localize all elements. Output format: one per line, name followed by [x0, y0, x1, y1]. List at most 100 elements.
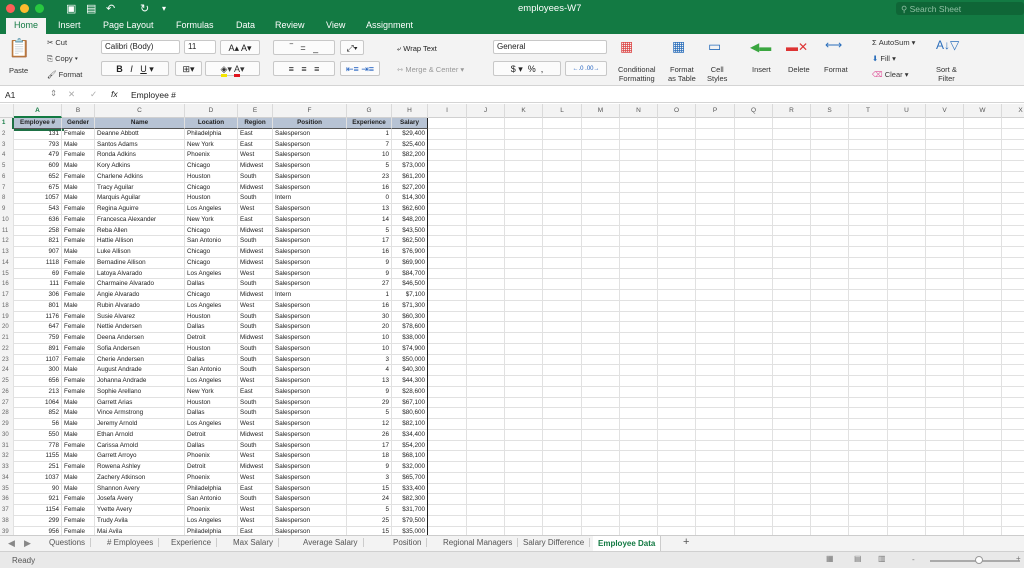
cell[interactable]	[773, 322, 811, 333]
cell[interactable]: 9	[347, 386, 392, 398]
cell[interactable]: San Antonio	[185, 236, 238, 247]
cell[interactable]	[620, 161, 658, 172]
cell[interactable]: $43,500	[392, 225, 428, 237]
cell[interactable]	[658, 268, 696, 280]
row-number[interactable]: 27	[0, 397, 14, 409]
cell[interactable]	[926, 333, 964, 344]
cell[interactable]	[773, 333, 811, 344]
cell[interactable]	[582, 322, 620, 333]
cell[interactable]: Yvette Avery	[95, 505, 185, 516]
cell[interactable]	[849, 397, 888, 409]
cell[interactable]: 300	[14, 365, 62, 376]
minimize-window-button[interactable]	[20, 4, 29, 13]
cell[interactable]	[582, 279, 620, 290]
cell[interactable]	[811, 526, 849, 535]
cell[interactable]	[888, 300, 926, 312]
cell[interactable]	[1002, 441, 1024, 452]
cell[interactable]: Salesperson	[273, 386, 347, 398]
cell[interactable]	[735, 386, 773, 398]
comma-button[interactable]: ,	[541, 64, 544, 74]
cell[interactable]	[582, 494, 620, 505]
cell[interactable]	[735, 376, 773, 387]
cell[interactable]: 16	[347, 182, 392, 194]
cell[interactable]	[849, 354, 888, 366]
cell[interactable]	[926, 139, 964, 151]
cell[interactable]	[658, 118, 696, 129]
cell[interactable]: 13	[347, 376, 392, 387]
cell[interactable]	[1002, 494, 1024, 505]
cell[interactable]: $76,900	[392, 247, 428, 258]
cell[interactable]: New York	[185, 139, 238, 151]
cell[interactable]	[467, 429, 505, 441]
column-title-position[interactable]: Position	[273, 118, 347, 129]
cell[interactable]	[620, 483, 658, 495]
cell[interactable]: Female	[62, 376, 95, 387]
column-title-location[interactable]: Location	[185, 118, 238, 129]
cell[interactable]: Female	[62, 333, 95, 344]
cell[interactable]: $68,100	[392, 451, 428, 462]
cell[interactable]	[735, 257, 773, 269]
cell[interactable]: Tracy Aguilar	[95, 182, 185, 194]
cell[interactable]	[505, 494, 543, 505]
cell[interactable]	[658, 182, 696, 194]
cell[interactable]	[543, 419, 582, 430]
cell[interactable]	[620, 515, 658, 527]
cell[interactable]	[696, 182, 735, 194]
cell[interactable]	[1002, 150, 1024, 161]
cell[interactable]: San Antonio	[185, 365, 238, 376]
cell[interactable]	[467, 515, 505, 527]
cell[interactable]	[582, 225, 620, 237]
cell[interactable]	[1002, 462, 1024, 473]
cell[interactable]	[811, 386, 849, 398]
cell[interactable]: Philadelphia	[185, 483, 238, 495]
cell[interactable]: $82,200	[392, 150, 428, 161]
redo-icon[interactable]: ↻	[140, 2, 149, 15]
cell[interactable]	[849, 214, 888, 226]
search-sheet-input[interactable]: ⚲ Search Sheet	[896, 2, 1024, 15]
cell[interactable]: Female	[62, 311, 95, 323]
cell[interactable]: Reba Allen	[95, 225, 185, 237]
paste-icon[interactable]: 📋	[8, 38, 30, 59]
cell[interactable]: East	[238, 526, 273, 535]
row-number[interactable]: 31	[0, 440, 14, 452]
cell[interactable]: Female	[62, 150, 95, 161]
cell[interactable]	[1002, 140, 1024, 151]
cell[interactable]	[849, 440, 888, 452]
cell[interactable]: 258	[14, 225, 62, 237]
cell[interactable]	[735, 290, 773, 301]
cell[interactable]	[658, 333, 696, 344]
tab-assignment[interactable]: Assignment	[366, 20, 413, 30]
cell[interactable]	[926, 204, 964, 215]
cell[interactable]	[735, 311, 773, 323]
cell[interactable]: Salesperson	[273, 429, 347, 441]
cell[interactable]: Dallas	[185, 279, 238, 290]
cell[interactable]	[543, 376, 582, 387]
column-header-V[interactable]: V	[926, 104, 964, 118]
cell[interactable]: $40,300	[392, 365, 428, 376]
row-number[interactable]: 33	[0, 462, 14, 473]
cell[interactable]	[811, 118, 849, 129]
cell[interactable]	[505, 214, 543, 226]
cell[interactable]: Josefa Avery	[95, 494, 185, 505]
cell[interactable]: Salesperson	[273, 376, 347, 387]
cell[interactable]	[696, 386, 735, 398]
fill-font-color-buttons[interactable]: ◈▾ A▾	[205, 61, 260, 77]
cell[interactable]: Dallas	[185, 322, 238, 333]
cell[interactable]	[964, 290, 1002, 301]
cell[interactable]	[543, 236, 582, 247]
cell[interactable]	[888, 204, 926, 215]
row-number[interactable]: 12	[0, 236, 14, 247]
cell[interactable]: $84,700	[392, 268, 428, 280]
cell[interactable]	[582, 376, 620, 387]
cell[interactable]: Sofia Andersen	[95, 343, 185, 355]
cell[interactable]	[428, 279, 467, 290]
cell[interactable]: $50,000	[392, 354, 428, 366]
cell[interactable]	[926, 247, 964, 258]
row-number[interactable]: 18	[0, 300, 14, 312]
cell[interactable]	[811, 440, 849, 452]
cell[interactable]: Female	[62, 225, 95, 237]
cell[interactable]	[620, 376, 658, 387]
cell[interactable]	[505, 161, 543, 172]
cell[interactable]	[964, 462, 1002, 473]
tab-review[interactable]: Review	[275, 20, 305, 30]
